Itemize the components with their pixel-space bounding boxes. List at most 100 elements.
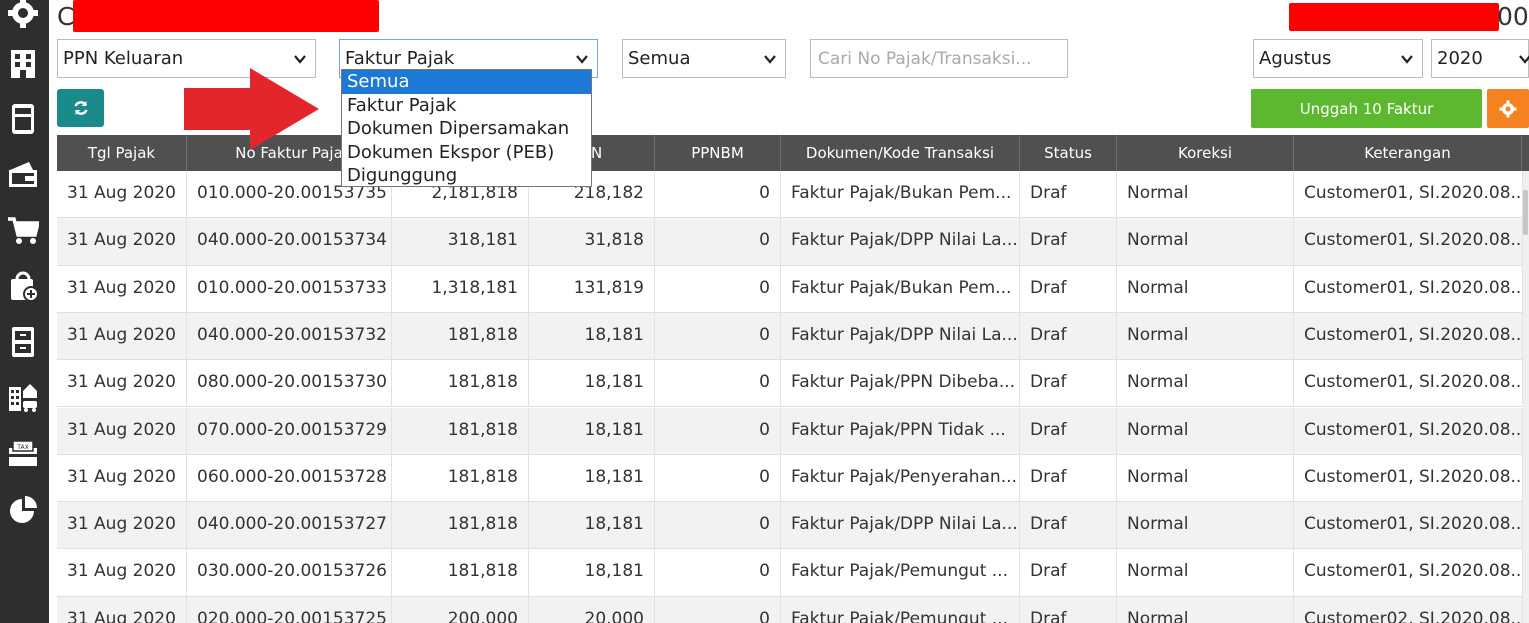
cell-ppnbm: 0 xyxy=(655,407,781,455)
table-row[interactable]: 31 Aug 2020 020.000-20.00153725 200,000 20,… xyxy=(57,596,1523,623)
upload-invoices-button[interactable]: Unggah 10 Faktur xyxy=(1251,89,1482,128)
building-icon[interactable] xyxy=(6,47,40,81)
search-input[interactable] xyxy=(810,39,1068,78)
cell-dpp: 1,318,181 xyxy=(392,265,529,313)
cell-dokumen: Faktur Pajak/Bukan Pem... xyxy=(781,265,1020,313)
calculator-icon[interactable] xyxy=(6,102,40,136)
cell-dokumen: Faktur Pajak/Penyerahan... xyxy=(781,454,1020,502)
cell-ppn: 131,819 xyxy=(529,265,655,313)
tax-receipt-icon[interactable]: TAX xyxy=(6,437,40,471)
wallet-icon[interactable] xyxy=(6,157,40,191)
cell-no-faktur: 030.000-20.00153726 xyxy=(187,549,392,597)
scrollbar-thumb[interactable] xyxy=(1523,190,1528,235)
cell-tgl-pajak: 31 Aug 2020 xyxy=(57,454,187,502)
dropdown-option-digunggung[interactable]: Digunggung xyxy=(342,164,591,188)
cell-ppnbm: 0 xyxy=(655,312,781,360)
cell-no-faktur: 080.000-20.00153730 xyxy=(187,360,392,408)
cell-status: Draf xyxy=(1020,454,1117,502)
column-header-dokumen[interactable]: Dokumen/Kode Transaksi xyxy=(781,135,1020,171)
table-row[interactable]: 31 Aug 2020 040.000-20.00153734 318,181 31,… xyxy=(57,218,1523,266)
gear-icon[interactable] xyxy=(6,0,40,30)
table-row[interactable]: 31 Aug 2020 080.000-20.00153730 181,818 18,… xyxy=(57,360,1523,408)
refresh-icon xyxy=(73,101,88,115)
city-icon[interactable] xyxy=(6,380,40,414)
cell-no-faktur: 040.000-20.00153734 xyxy=(187,218,392,266)
cell-keterangan: Customer01, SI.2020.08... xyxy=(1294,265,1523,313)
cell-dpp: 181,818 xyxy=(392,502,529,550)
cell-ppnbm: 0 xyxy=(655,454,781,502)
cell-ppnbm: 0 xyxy=(655,596,781,623)
status-select[interactable]: Semua xyxy=(622,39,786,78)
cell-status: Draf xyxy=(1020,312,1117,360)
cabinet-icon[interactable] xyxy=(6,325,40,359)
column-header-status[interactable]: Status xyxy=(1020,135,1117,171)
table-row[interactable]: 31 Aug 2020 010.000-20.00153733 1,318,181 1… xyxy=(57,265,1523,313)
cell-tgl-pajak: 31 Aug 2020 xyxy=(57,596,187,623)
cell-ppn: 18,181 xyxy=(529,549,655,597)
year-select[interactable]: 2020 xyxy=(1431,39,1529,78)
gear-icon xyxy=(1499,100,1517,117)
cart-icon[interactable] xyxy=(6,213,40,247)
document-type-dropdown: Semua Faktur Pajak Dokumen Dipersamakan … xyxy=(341,69,592,187)
column-header-tgl-pajak[interactable]: Tgl Pajak xyxy=(57,135,187,171)
cell-koreksi: Normal xyxy=(1117,502,1294,550)
column-header-koreksi[interactable]: Koreksi xyxy=(1117,135,1294,171)
cell-ppn: 31,818 xyxy=(529,218,655,266)
month-select[interactable]: Agustus xyxy=(1253,39,1423,78)
dropdown-option-faktur-pajak[interactable]: Faktur Pajak xyxy=(342,94,591,118)
refresh-button[interactable] xyxy=(57,89,104,127)
status-value: Semua xyxy=(628,48,691,69)
cell-keterangan: Customer01, SI.2020.08... xyxy=(1294,312,1523,360)
cell-no-faktur: 070.000-20.00153729 xyxy=(187,407,392,455)
cell-status: Draf xyxy=(1020,407,1117,455)
column-header-keterangan[interactable]: Keterangan xyxy=(1294,135,1522,171)
scrollbar-track[interactable] xyxy=(1523,171,1529,623)
dropdown-option-dokumen-ekspor[interactable]: Dokumen Ekspor (PEB) xyxy=(342,141,591,165)
cell-koreksi: Normal xyxy=(1117,265,1294,313)
cell-koreksi: Normal xyxy=(1117,549,1294,597)
cell-dokumen: Faktur Pajak/Pemungut ... xyxy=(781,596,1020,623)
cell-dokumen: Faktur Pajak/Bukan Pem... xyxy=(781,171,1020,218)
cell-dokumen: Faktur Pajak/PPN Tidak ... xyxy=(781,407,1020,455)
cell-dpp: 200,000 xyxy=(392,596,529,623)
cell-status: Draf xyxy=(1020,502,1117,550)
cell-keterangan: Customer02, SI.2020.08... xyxy=(1294,596,1523,623)
dropdown-option-dokumen-dipersamakan[interactable]: Dokumen Dipersamakan xyxy=(342,117,591,141)
shopping-bag-add-icon[interactable] xyxy=(6,269,40,303)
cell-keterangan: Customer01, SI.2020.08... xyxy=(1294,549,1523,597)
cell-dpp: 181,818 xyxy=(392,312,529,360)
table-row[interactable]: 31 Aug 2020 070.000-20.00153729 181,818 18,… xyxy=(57,407,1523,455)
cell-no-faktur: 040.000-20.00153732 xyxy=(187,312,392,360)
table-row[interactable]: 31 Aug 2020 040.000-20.00153732 181,818 18,… xyxy=(57,312,1523,361)
page-title: C xyxy=(57,2,75,31)
cell-tgl-pajak: 31 Aug 2020 xyxy=(57,549,187,597)
table-row[interactable]: 31 Aug 2020 060.000-20.00153728 181,818 18,… xyxy=(57,454,1523,503)
pie-chart-icon[interactable] xyxy=(6,493,40,527)
cell-koreksi: Normal xyxy=(1117,171,1294,218)
annotation-arrow-icon xyxy=(184,68,319,150)
cell-no-faktur: 060.000-20.00153728 xyxy=(187,454,392,502)
cell-dokumen: Faktur Pajak/PPN Dibeba... xyxy=(781,360,1020,408)
year-value: 2020 xyxy=(1437,48,1483,69)
cell-status: Draf xyxy=(1020,549,1117,597)
cell-tgl-pajak: 31 Aug 2020 xyxy=(57,218,187,266)
chevron-down-icon xyxy=(576,55,588,64)
cell-keterangan: Customer01, SI.2020.08... xyxy=(1294,171,1523,218)
chevron-down-icon xyxy=(1401,55,1413,64)
document-type-value: Faktur Pajak xyxy=(345,48,455,69)
cell-no-faktur: 040.000-20.00153727 xyxy=(187,502,392,550)
column-header-ppnbm[interactable]: PPNBM xyxy=(655,135,781,171)
cell-dpp: 181,818 xyxy=(392,454,529,502)
table-row[interactable]: 31 Aug 2020 010.000-20.00153735 2,181,818 2… xyxy=(57,171,1523,219)
cell-status: Draf xyxy=(1020,265,1117,313)
table-row[interactable]: 31 Aug 2020 040.000-20.00153727 181,818 18,… xyxy=(57,502,1523,550)
cell-keterangan: Customer01, SI.2020.08... xyxy=(1294,407,1523,455)
table-row[interactable]: 31 Aug 2020 030.000-20.00153726 181,818 18,… xyxy=(57,549,1523,597)
chevron-down-icon xyxy=(1519,55,1529,64)
settings-button[interactable] xyxy=(1487,89,1529,128)
cell-keterangan: Customer01, SI.2020.08... xyxy=(1294,502,1523,550)
cell-no-faktur: 020.000-20.00153725 xyxy=(187,596,392,623)
cell-koreksi: Normal xyxy=(1117,312,1294,360)
sidebar: TAX xyxy=(0,0,49,623)
dropdown-option-semua[interactable]: Semua xyxy=(342,70,591,94)
